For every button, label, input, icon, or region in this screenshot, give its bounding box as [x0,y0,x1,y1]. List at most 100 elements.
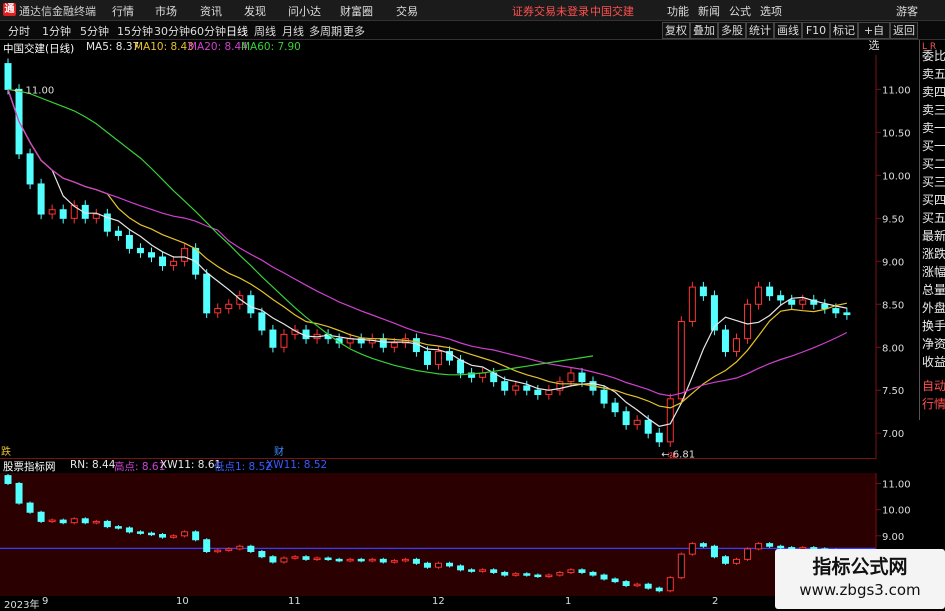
candle-body [26,153,34,185]
mark-button[interactable]: 标记 [830,22,858,39]
x-tick-11: 11 [288,596,301,607]
sub-candle-body [236,545,244,550]
statistics-button[interactable]: 统计 [746,22,774,39]
candle-body [423,351,431,365]
side-change[interactable]: 涨跌 [922,247,945,262]
side-auto[interactable]: 自动 [922,379,945,394]
side-buy3[interactable]: 买三 [922,175,945,190]
overlay-button[interactable]: 叠加 [690,22,718,39]
side-net-assets[interactable]: 净资 [922,337,945,352]
sub-candle-body [589,571,597,576]
add-watchlist-button[interactable]: +自选 [858,22,890,52]
ma60-line [7,88,594,376]
menu-quotes[interactable]: 行情 [112,3,134,19]
login-notice[interactable]: 证券交易未登录 [512,3,589,19]
side-buy5[interactable]: 买五 [922,211,945,226]
y-tick-label: 11.00 [882,85,911,96]
sub-candle-body [170,535,178,538]
sub-candle-body [534,574,542,578]
menu-newsfeed[interactable]: 新闻 [698,3,720,19]
menu-market[interactable]: 市场 [155,3,177,19]
side-buy4[interactable]: 买四 [922,193,945,208]
marker-mid: 财 [274,445,284,458]
side-outer[interactable]: 外盘 [922,301,945,316]
side-sell5[interactable]: 卖五 [922,67,945,82]
side-volume[interactable]: 总量 [922,283,945,298]
menu-news[interactable]: 资讯 [200,3,222,19]
side-turnover[interactable]: 换手 [922,319,945,334]
candle-body [4,63,12,90]
menu-trade[interactable]: 交易 [396,3,418,19]
sub-candle-body [114,526,122,529]
side-weibi[interactable]: 委比 [922,49,945,64]
period-weekly[interactable]: 周线 [254,23,276,39]
sub-candle-body [269,556,277,563]
multi-stock-button[interactable]: 多股 [718,22,746,39]
sub-candle-body [434,562,442,568]
sub-candle-body [401,558,409,562]
menu-guest[interactable]: 游客 [896,3,918,19]
sub-candle-body [744,548,752,560]
indicator-low1: 低点1: 8.52 [214,461,272,473]
menu-formula[interactable]: 公式 [729,3,751,19]
sub-candle-body [280,557,288,563]
sub-candle-body [324,557,332,561]
candle-body [280,333,288,348]
candle-body [114,230,122,237]
sub-candle-body [501,571,509,576]
side-change-pct[interactable]: 涨幅 [922,265,945,280]
restore-rights-button[interactable]: 复权 [662,22,690,39]
menu-function[interactable]: 功能 [667,3,689,19]
back-button[interactable]: 返回 [890,22,918,39]
sub-candle-body [214,549,222,553]
menu-wealth[interactable]: 财富圈 [340,3,373,19]
kline-chart[interactable]: 11.00 10.50 10.00 9.50 9.00 8.50 8.00 7.50 7.00 ←… [0,55,920,459]
sub-candle-body [192,531,200,541]
sub-candle-body [457,565,465,571]
side-sell4[interactable]: 卖四 [922,85,945,100]
menu-options[interactable]: 选项 [760,3,782,19]
side-latest[interactable]: 最新 [922,229,945,244]
period-intraday[interactable]: 分时 [8,23,30,39]
y-tick-label: 7.50 [882,386,904,397]
sub-candle-body [92,520,100,524]
sub-candle-body [147,532,155,536]
sub-candle-body [15,482,23,504]
y-tick-label: 9.50 [882,214,904,225]
side-earnings[interactable]: 收益 [922,355,945,370]
side-sell1[interactable]: 卖一 [922,121,945,136]
side-quote[interactable]: 行情 [922,397,945,412]
sub-candle-body [688,543,696,555]
period-15min[interactable]: 15分钟 [117,23,153,39]
sub-candle-body [81,518,89,524]
sub-y-tick-label: 11.00 [882,479,911,490]
menu-xiaoda[interactable]: 问小达 [288,3,321,19]
period-1min[interactable]: 1分钟 [42,23,71,39]
draw-line-button[interactable]: 画线 [774,22,802,39]
side-buy2[interactable]: 买二 [922,157,945,172]
current-stock: 中国交建 [590,5,634,18]
period-daily[interactable]: 日线 [226,23,248,39]
candle-body [136,247,144,254]
menu-discover[interactable]: 发现 [244,3,266,19]
side-buy1[interactable]: 买一 [922,139,945,154]
side-sell3[interactable]: 卖三 [922,103,945,118]
f10-button[interactable]: F10 [802,22,830,39]
period-60min[interactable]: 60分钟 [190,23,226,39]
candle-body [821,303,829,310]
candle-body [721,329,729,353]
candle-body [545,389,553,396]
x-tick-2: 2 [712,596,719,607]
period-monthly[interactable]: 月线 [282,23,304,39]
sub-candle-body [48,519,56,523]
sub-candle-body [766,543,774,547]
sub-candle-body [70,518,78,524]
period-more[interactable]: 更多 [343,23,365,39]
period-multi[interactable]: 多周期 [309,23,342,39]
indicator-header: 股票指标网 RN: 8.44 高点: 8.61 XW11: 8.61 低点1: … [0,459,920,473]
period-30min[interactable]: 30分钟 [154,23,190,39]
y-tick-label: 7.00 [882,429,904,440]
sub-candle-body [125,527,133,533]
candle-body [578,372,586,383]
period-5min[interactable]: 5分钟 [80,23,109,39]
